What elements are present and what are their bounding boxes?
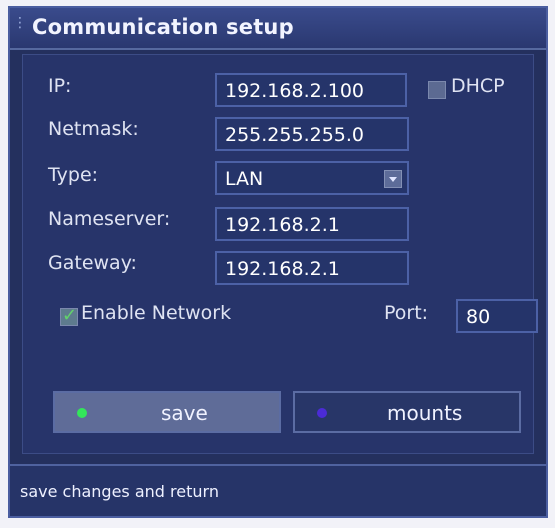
netmask-label: Netmask: xyxy=(48,118,139,140)
dhcp-checkbox[interactable] xyxy=(428,81,446,99)
enable-network-checkbox[interactable]: ✓ xyxy=(60,305,78,326)
settings-panel: IP: 192.168.2.100 DHCP Netmask: 255.255.… xyxy=(22,54,538,454)
netmask-field[interactable]: 255.255.255.0 xyxy=(215,117,409,151)
nameserver-label: Nameserver: xyxy=(48,208,171,230)
nameserver-field[interactable]: 192.168.2.1 xyxy=(215,207,409,241)
dhcp-label: DHCP xyxy=(451,75,505,97)
chevron-down-icon[interactable] xyxy=(384,170,402,188)
gateway-field[interactable]: 192.168.2.1 xyxy=(215,251,409,285)
save-button-label: save xyxy=(161,401,208,425)
checkmark-icon: ✓ xyxy=(62,305,78,326)
status-dot-icon xyxy=(77,408,87,418)
communication-setup-window: ⋮ Communication setup IP: 192.168.2.100 … xyxy=(8,6,548,518)
port-label: Port: xyxy=(384,302,429,324)
port-field[interactable]: 80 xyxy=(456,299,538,333)
type-selected-value: LAN xyxy=(225,168,264,190)
status-text: save changes and return xyxy=(20,482,219,501)
mounts-button[interactable]: mounts xyxy=(293,391,521,433)
enable-network-label: Enable Network xyxy=(81,302,232,324)
status-bar: save changes and return xyxy=(10,464,546,516)
type-label: Type: xyxy=(48,164,99,186)
window-title: Communication setup xyxy=(32,15,294,39)
save-button[interactable]: save xyxy=(53,391,281,433)
gateway-label: Gateway: xyxy=(48,252,137,274)
status-dot-icon xyxy=(317,408,327,418)
ip-label: IP: xyxy=(48,75,72,97)
grip-icon: ⋮ xyxy=(13,15,27,31)
title-bar: ⋮ Communication setup xyxy=(10,8,546,50)
ip-field[interactable]: 192.168.2.100 xyxy=(215,73,407,107)
mounts-button-label: mounts xyxy=(387,401,463,425)
type-dropdown[interactable]: LAN xyxy=(215,161,409,195)
